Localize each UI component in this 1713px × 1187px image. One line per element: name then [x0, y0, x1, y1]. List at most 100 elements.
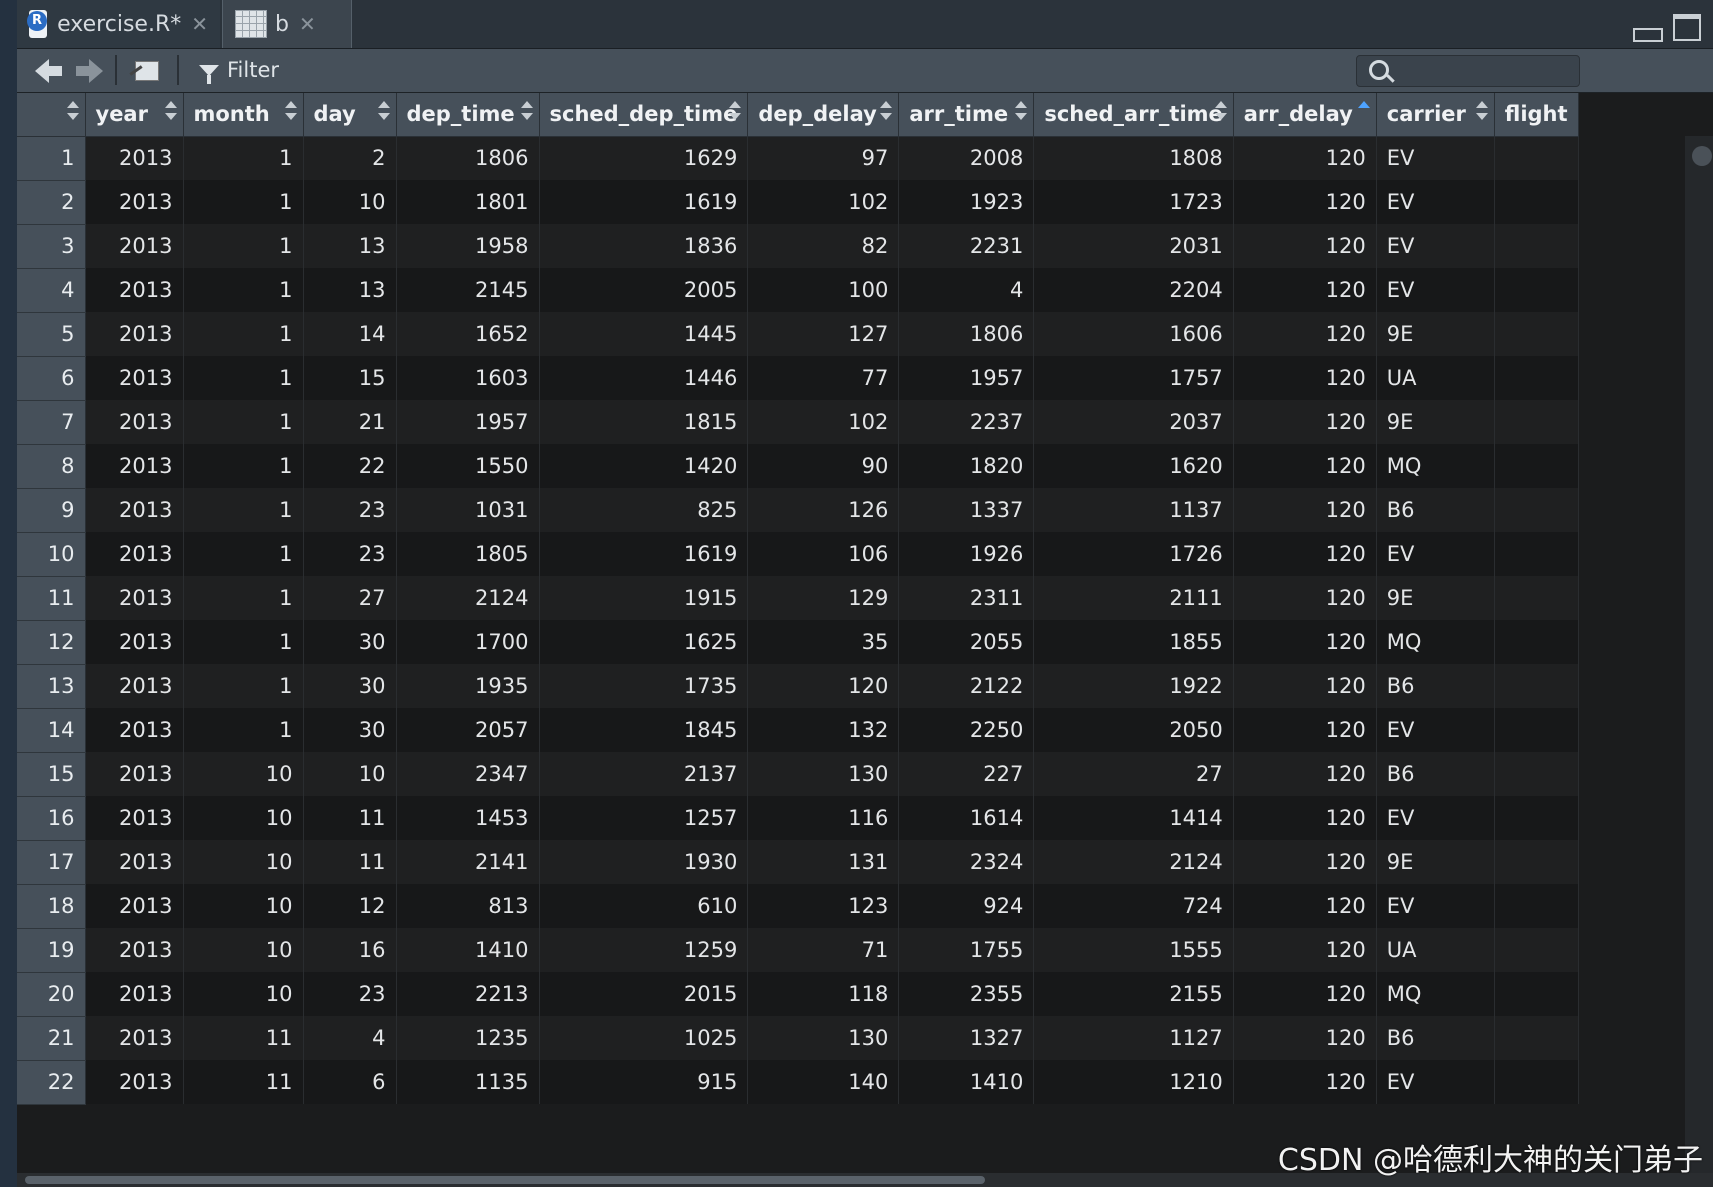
column-header-index[interactable]	[17, 93, 86, 137]
cell-arr-delay: 120	[1233, 576, 1377, 620]
column-header-arr-delay[interactable]: arr_delay	[1233, 93, 1377, 137]
sort-arrows-icon[interactable]	[1015, 99, 1028, 125]
sort-arrows-icon[interactable]	[66, 99, 79, 125]
column-header-carrier[interactable]: carrier	[1376, 93, 1495, 137]
cell-sched-arr-time: 1620	[1033, 444, 1234, 488]
cell-flight	[1494, 664, 1579, 708]
cell-carrier: 9E	[1376, 400, 1495, 444]
column-header-sched-arr-time[interactable]: sched_arr_time	[1033, 93, 1234, 137]
tab-label: exercise.R*	[57, 11, 182, 37]
filter-button[interactable]: Filter	[199, 55, 279, 85]
cell-carrier: EV	[1376, 532, 1495, 576]
table-row: 20 2013 10 23 2213 2015 118 2355 2155 120 MQ	[17, 972, 1579, 1017]
cell-sched-arr-time: 1922	[1033, 664, 1234, 708]
sort-arrows-icon[interactable]	[880, 99, 893, 125]
cell-dep-delay: 97	[747, 136, 900, 180]
close-icon[interactable]: ✕	[191, 12, 208, 36]
search-icon	[1369, 60, 1389, 80]
cell-sched-arr-time: 1808	[1033, 136, 1234, 180]
cell-sched-arr-time: 2111	[1033, 576, 1234, 620]
column-header-sched-dep-time[interactable]: sched_dep_time	[539, 93, 749, 137]
cell-day: 10	[303, 752, 397, 796]
minimize-pane-icon[interactable]	[1633, 28, 1663, 42]
cell-dep-delay: 116	[747, 796, 900, 840]
tab-b[interactable]: b ✕	[222, 0, 352, 48]
cell-year: 2013	[85, 356, 184, 400]
cell-dep-time: 1801	[396, 180, 540, 224]
row-number: 9	[17, 488, 86, 533]
cell-day: 23	[303, 532, 397, 576]
cell-dep-time: 2124	[396, 576, 540, 620]
scroll-thumb[interactable]	[25, 1176, 985, 1184]
cell-arr-time: 2324	[898, 840, 1035, 884]
cell-month: 1	[183, 620, 304, 664]
tab-exercise-r[interactable]: R exercise.R* ✕	[17, 0, 220, 48]
cell-flight	[1494, 312, 1579, 356]
cell-year: 2013	[85, 312, 184, 356]
back-arrow-icon[interactable]	[35, 59, 62, 83]
funnel-icon	[199, 64, 219, 84]
search-box[interactable]	[1356, 55, 1580, 87]
sort-arrows-icon[interactable]	[377, 99, 390, 125]
table-row: 3 2013 1 13 1958 1836 82 2231 2031 120 EV	[17, 224, 1579, 269]
column-header-day[interactable]: day	[303, 93, 397, 137]
cell-month: 1	[183, 708, 304, 752]
cell-day: 15	[303, 356, 397, 400]
column-header-dep-time[interactable]: dep_time	[396, 93, 540, 137]
cell-flight	[1494, 1060, 1579, 1104]
cell-arr-delay: 120	[1233, 752, 1377, 796]
sort-arrows-icon[interactable]	[1214, 99, 1227, 125]
cell-flight	[1494, 752, 1579, 796]
cell-day: 11	[303, 796, 397, 840]
column-header-label: sched_arr_time	[1044, 102, 1223, 127]
row-number: 8	[17, 444, 86, 489]
cell-carrier: EV	[1376, 268, 1495, 312]
cell-dep-time: 2213	[396, 972, 540, 1016]
table-row: 17 2013 10 11 2141 1930 131 2324 2124 120 9E	[17, 840, 1579, 885]
cell-year: 2013	[85, 136, 184, 180]
column-header-month[interactable]: month	[183, 93, 304, 137]
column-header-flight[interactable]: flight	[1494, 93, 1579, 137]
forward-arrow-icon[interactable]	[76, 59, 103, 83]
cell-year: 2013	[85, 488, 184, 532]
cell-day: 16	[303, 928, 397, 972]
popout-window-icon[interactable]	[129, 57, 159, 81]
sort-arrows-icon[interactable]	[520, 99, 533, 125]
cell-flight	[1494, 400, 1579, 444]
cell-dep-delay: 120	[747, 664, 900, 708]
cell-flight	[1494, 1016, 1579, 1060]
toolbar-divider	[177, 55, 179, 85]
cell-dep-delay: 118	[747, 972, 900, 1016]
scroll-thumb[interactable]	[1692, 146, 1712, 166]
cell-year: 2013	[85, 752, 184, 796]
column-header-dep-delay[interactable]: dep_delay	[747, 93, 900, 137]
column-header-arr-time[interactable]: arr_time	[898, 93, 1035, 137]
vertical-scrollbar[interactable]	[1685, 136, 1713, 1187]
cell-dep-delay: 126	[747, 488, 900, 532]
cell-sched-dep-time: 1735	[539, 664, 749, 708]
sort-arrows-icon[interactable]	[164, 99, 177, 125]
cell-month: 10	[183, 972, 304, 1016]
sort-arrows-icon[interactable]	[1357, 99, 1370, 125]
table-row: 5 2013 1 14 1652 1445 127 1806 1606 120 9E	[17, 312, 1579, 357]
close-icon[interactable]: ✕	[299, 12, 316, 36]
cell-sched-dep-time: 1259	[539, 928, 749, 972]
table-row: 6 2013 1 15 1603 1446 77 1957 1757 120 UA	[17, 356, 1579, 401]
row-number: 19	[17, 928, 86, 973]
cell-dep-delay: 129	[747, 576, 900, 620]
search-input[interactable]	[1397, 58, 1571, 84]
maximize-pane-icon[interactable]	[1673, 14, 1701, 41]
sort-arrows-icon[interactable]	[284, 99, 297, 125]
cell-arr-time: 1820	[898, 444, 1035, 488]
row-number: 3	[17, 224, 86, 269]
cell-sched-arr-time: 1137	[1033, 488, 1234, 532]
editor-tab-bar: R exercise.R* ✕ b ✕	[17, 0, 1713, 49]
sort-arrows-icon[interactable]	[729, 99, 742, 125]
cell-arr-delay: 120	[1233, 268, 1377, 312]
column-header-year[interactable]: year	[85, 93, 184, 137]
cell-arr-delay: 120	[1233, 312, 1377, 356]
cell-month: 10	[183, 840, 304, 884]
cell-year: 2013	[85, 180, 184, 224]
sort-arrows-icon[interactable]	[1475, 99, 1488, 125]
cell-day: 10	[303, 180, 397, 224]
